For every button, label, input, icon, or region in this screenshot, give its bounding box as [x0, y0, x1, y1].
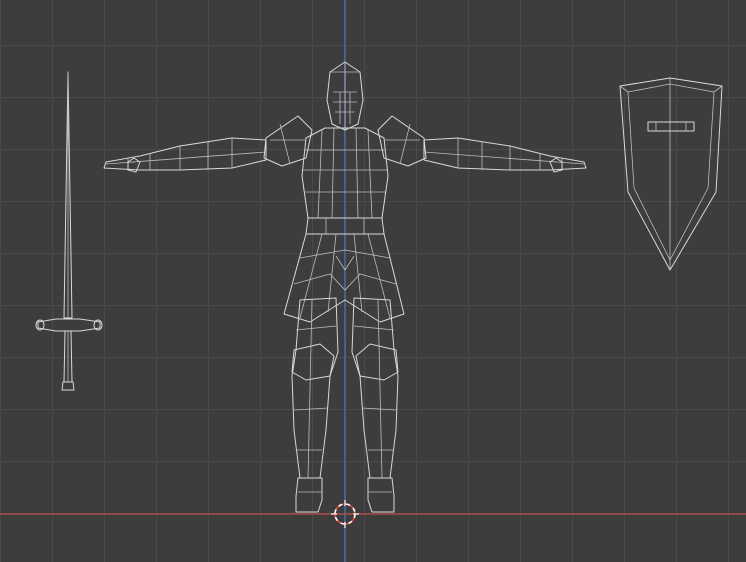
3d-viewport[interactable]: [0, 0, 746, 562]
shield-wireframe[interactable]: [619, 77, 723, 271]
sword-wireframe[interactable]: [35, 71, 103, 391]
viewport-scene[interactable]: [0, 0, 746, 562]
